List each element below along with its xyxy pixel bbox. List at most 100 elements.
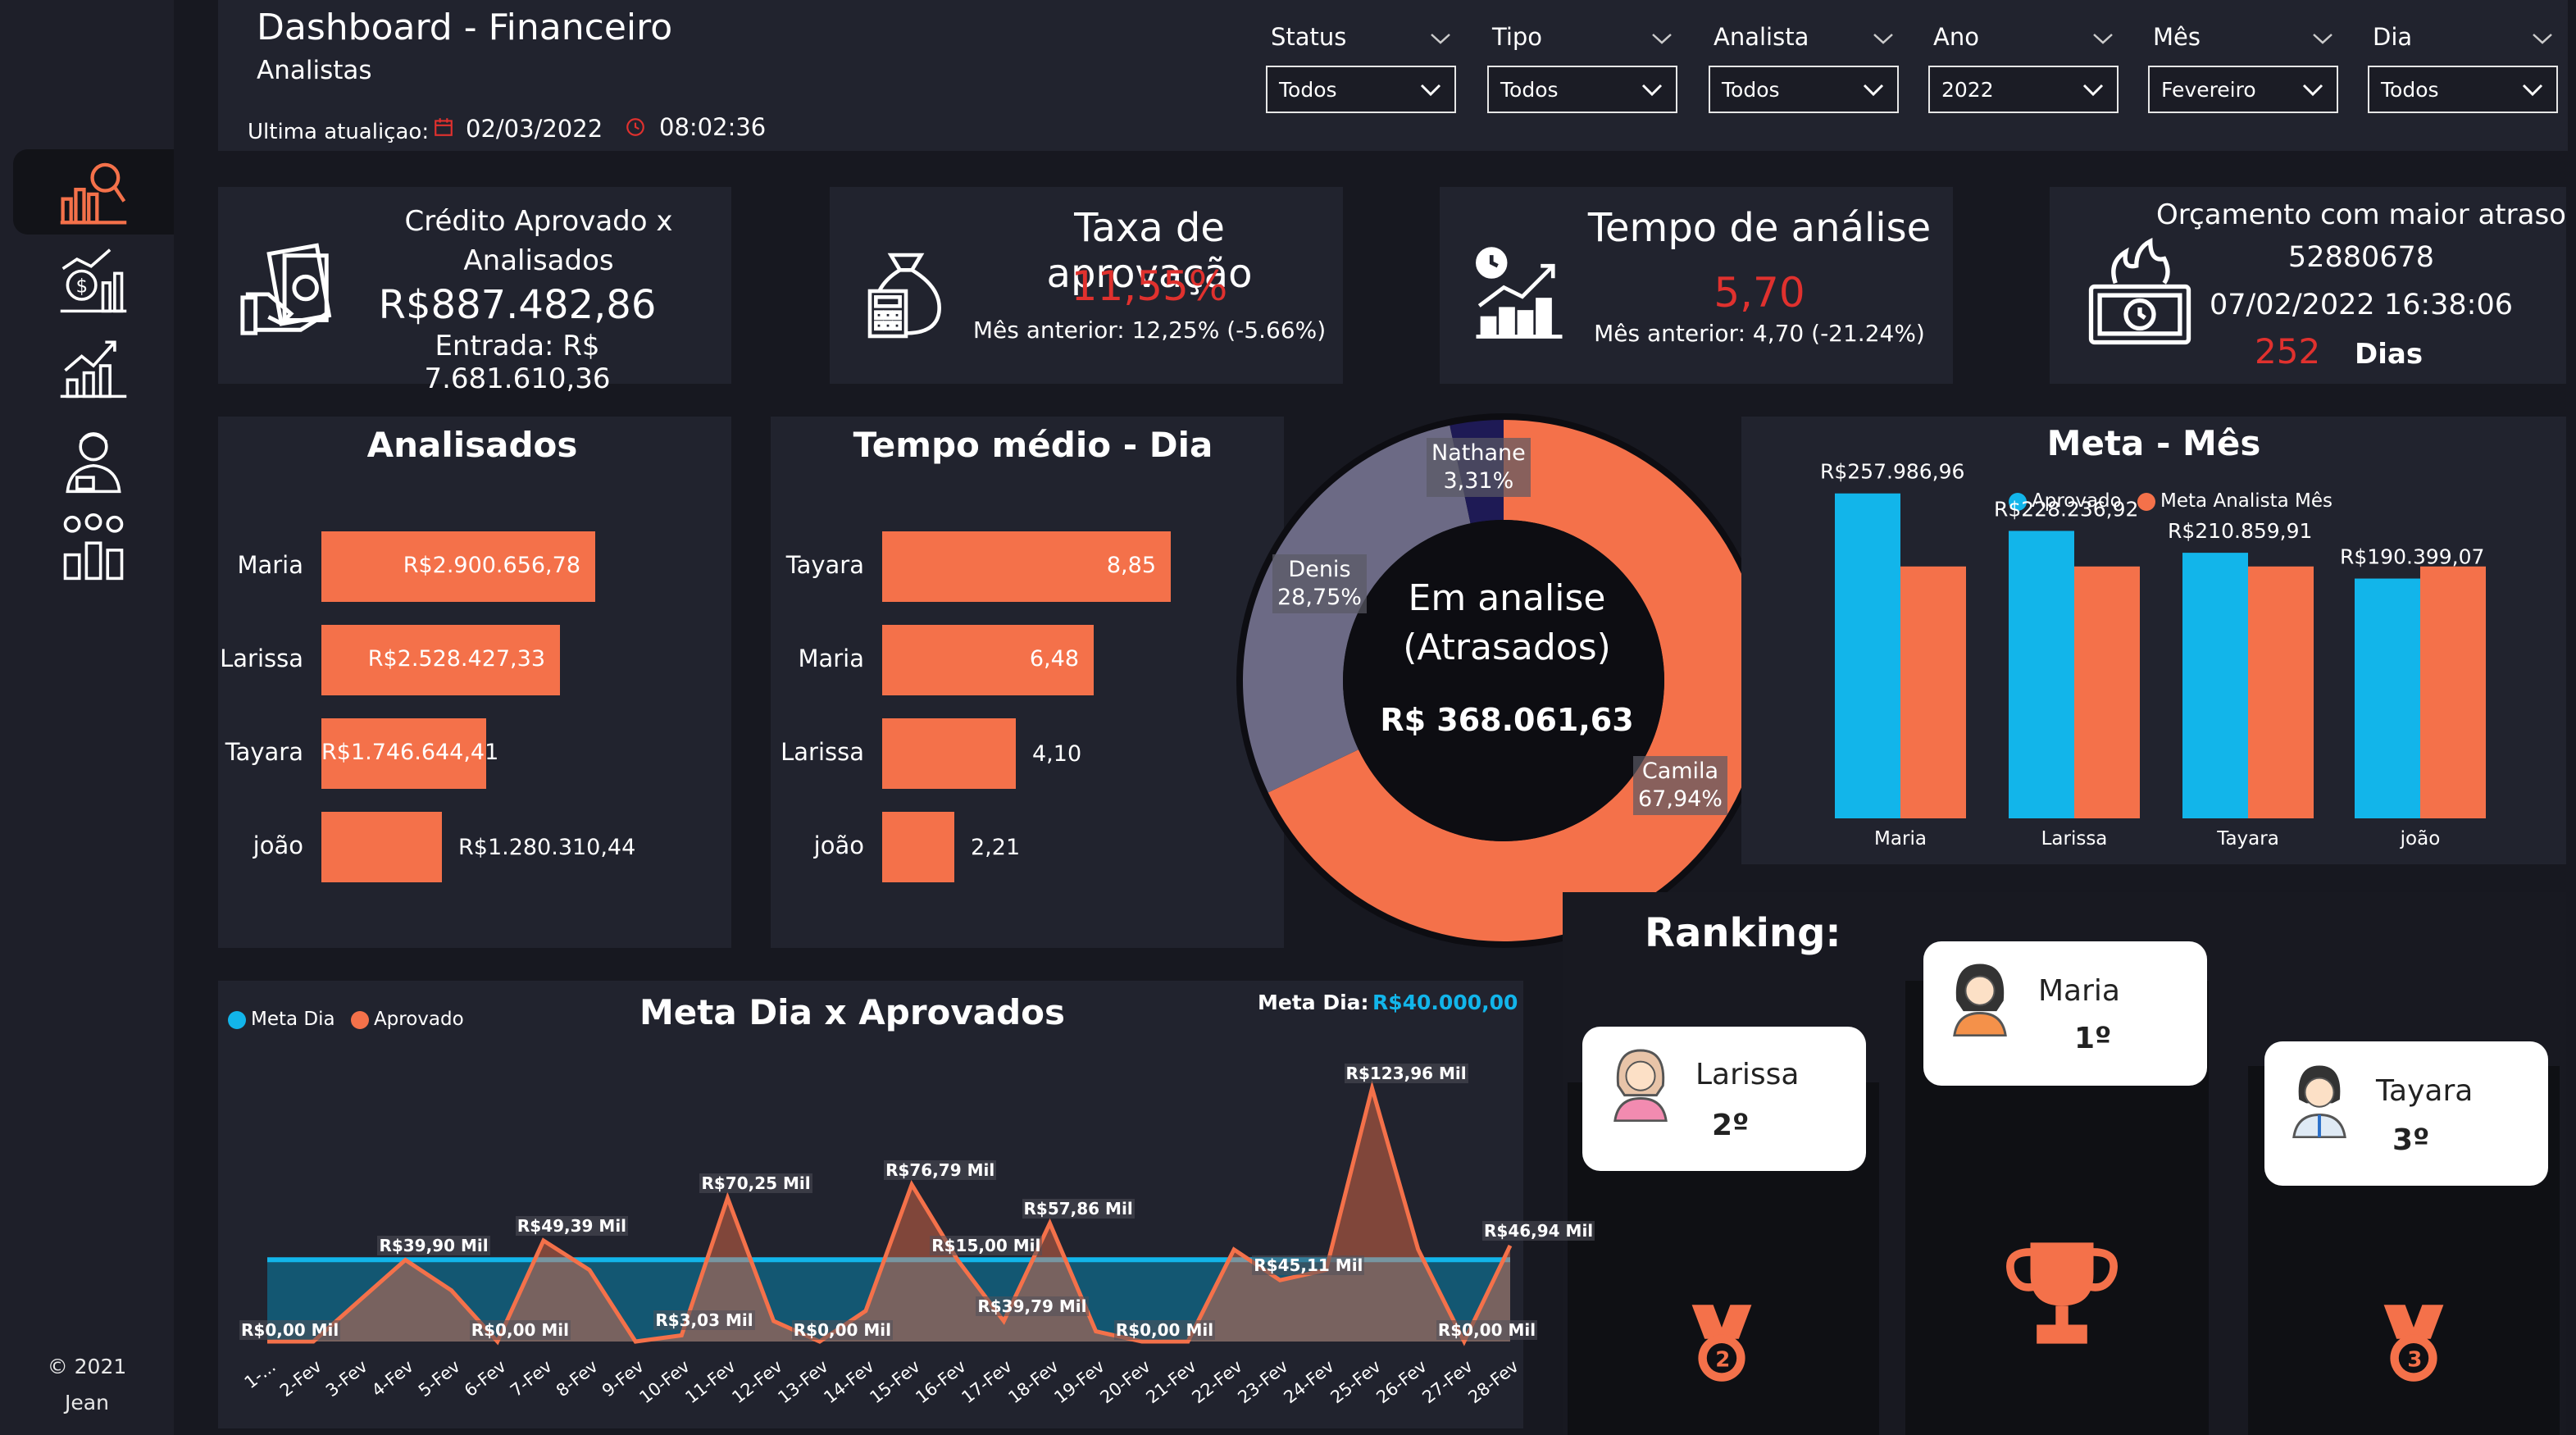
medal-third-icon: 3 xyxy=(2383,1305,2444,1382)
aprovado-point-label: R$57,86 Mil xyxy=(1022,1198,1135,1219)
kpi-tempo-previous: Mês anterior: 4,70 (-21.24%) xyxy=(1594,320,1925,347)
aprovado-area xyxy=(267,1088,1510,1342)
kpi-credito-card: Crédito Aprovado x Analisados R$887.482,… xyxy=(218,187,731,395)
page-subtitle: Analistas xyxy=(257,56,372,85)
filter-dropdown-1[interactable]: Todos xyxy=(1487,66,1677,113)
last-update-label: Ultima atualiçao: xyxy=(248,120,430,144)
filter-dropdown-2[interactable]: Todos xyxy=(1709,66,1899,113)
analisados-panel: Analisados Maria R$2.900.656,78 Larissa R$2… xyxy=(218,417,731,948)
meta-mes-value-label: R$257.986,96 xyxy=(1820,460,1964,484)
meta-mes-bar-aprovado xyxy=(2009,531,2074,818)
chevron-down-icon xyxy=(1863,84,1884,97)
rank-second-name: Larissa xyxy=(1695,1058,1800,1091)
filter-collapse-chevron-icon[interactable] xyxy=(2310,31,2335,46)
chevron-down-icon xyxy=(2302,84,2323,97)
bar-value-label: 4,10 xyxy=(1032,741,1082,767)
aprovado-point-label: R$0,00 Mil xyxy=(791,1320,894,1340)
chevron-down-icon xyxy=(2082,84,2104,97)
money-chart-icon: $ xyxy=(60,248,127,313)
meta-mes-bar-meta xyxy=(2420,566,2486,818)
bar xyxy=(882,718,1016,789)
kpi-tempo-title: Tempo de análise xyxy=(1587,205,1932,251)
nav-analyst[interactable] xyxy=(13,418,174,503)
last-update-date: 02/03/2022 xyxy=(466,115,603,143)
filter-dropdown-4[interactable]: Fevereiro xyxy=(2148,66,2338,113)
filter-collapse-chevron-icon[interactable] xyxy=(1428,31,1453,46)
nav-analytics[interactable] xyxy=(13,149,174,235)
sidebar: $ © 2021 Jean xyxy=(0,0,174,1435)
rank-second-pos: 2º xyxy=(1712,1109,1750,1142)
svg-text:3: 3 xyxy=(2407,1348,2422,1373)
aprovado-point-label: R$49,39 Mil xyxy=(515,1215,629,1236)
ranking-panel: Ranking: Larissa 2º Maria 1º Tayara 3º 2 xyxy=(1563,892,2566,1435)
filter-label-2: Analista xyxy=(1714,23,1809,51)
bar xyxy=(882,812,954,882)
clock-icon xyxy=(626,118,644,136)
copyright-text: © 2021 xyxy=(47,1355,127,1378)
aprovado-point-label: R$70,25 Mil xyxy=(699,1173,812,1193)
analytics-search-icon xyxy=(60,162,127,225)
calendar-icon xyxy=(435,118,453,136)
nav-team[interactable] xyxy=(13,505,174,590)
bar-category-label: joão xyxy=(253,831,303,859)
filter-collapse-chevron-icon[interactable] xyxy=(2091,31,2115,46)
svg-text:2: 2 xyxy=(1715,1348,1730,1373)
meta-mes-bar-meta xyxy=(2074,566,2140,818)
rank-first-name: Maria xyxy=(2038,974,2120,1008)
donut-label-name: Denis xyxy=(1288,557,1351,582)
bar-category-label: joão xyxy=(813,831,864,859)
meta-dia-panel: Meta Dia Aprovado Meta Dia x Aprovados M… xyxy=(218,981,1595,1428)
chevron-down-icon xyxy=(2522,84,2543,97)
aprovado-point-label: R$0,00 Mil xyxy=(1436,1320,1538,1340)
kpi-taxa-previous: Mês anterior: 12,25% (-5.66%) xyxy=(972,317,1327,344)
aprovado-point-label: R$3,03 Mil xyxy=(653,1310,755,1331)
filter-value: Todos xyxy=(1722,77,1780,102)
filter-value: Fevereiro xyxy=(2161,77,2256,102)
bar xyxy=(321,812,442,882)
kpi-tempo-value: 5,70 xyxy=(1714,269,1805,317)
meta-mes-bar-aprovado xyxy=(1835,493,1900,818)
meta-mes-value-label: R$228.236,92 xyxy=(1994,497,2138,521)
donut-center-line2: (Atrasados) xyxy=(1403,626,1611,668)
money-bag-calculator-icon xyxy=(867,253,941,339)
filter-dropdown-5[interactable]: Todos xyxy=(2368,66,2558,113)
nav-money-chart[interactable]: $ xyxy=(13,238,174,323)
bar-value-label: 8,85 xyxy=(1106,553,1156,578)
kpi-orcamento-days-label: Dias xyxy=(2355,338,2424,371)
meta-mes-chart: R$257.986,96 Maria R$228.236,92 Larissa R$21… xyxy=(1820,460,2486,850)
author-text: Jean xyxy=(65,1391,109,1414)
chevron-down-icon xyxy=(1420,84,1441,97)
meta-mes-category-label: joão xyxy=(2400,828,2441,850)
donut-label-nathane: Nathane 3,31% xyxy=(1427,438,1531,497)
filter-collapse-chevron-icon[interactable] xyxy=(1871,31,1896,46)
page-title: Dashboard - Financeiro xyxy=(257,7,673,48)
aprovado-point-label: R$0,00 Mil xyxy=(469,1320,571,1340)
kpi-orcamento-id: 52880678 xyxy=(2287,241,2435,274)
bar-value-label: 2,21 xyxy=(971,835,1021,860)
aprovado-point-label: R$39,79 Mil xyxy=(976,1296,1089,1317)
aprovado-point-label: R$0,00 Mil xyxy=(1113,1320,1216,1340)
analyst-user-icon xyxy=(66,432,121,494)
meta-mes-bar-aprovado xyxy=(2182,553,2248,818)
bar-category-label: Tayara xyxy=(785,551,864,579)
nav-growth-chart[interactable] xyxy=(13,323,174,408)
filter-collapse-chevron-icon[interactable] xyxy=(1650,31,1674,46)
kpi-credito-title-1: Crédito Aprovado x xyxy=(404,205,673,238)
kpi-orcamento-card: Orçamento com maior atraso 52880678 07/0… xyxy=(2050,187,2566,384)
chevron-down-icon xyxy=(1641,84,1663,97)
donut-label-camila: Camila 67,94% xyxy=(1633,756,1727,815)
filter-dropdown-3[interactable]: 2022 xyxy=(1928,66,2119,113)
bar-category-label: Maria xyxy=(798,645,864,672)
rank-card-second: Larissa 2º xyxy=(1582,1027,1866,1171)
analisados-title: Analisados xyxy=(366,425,578,465)
donut-label-denis: Denis 28,75% xyxy=(1272,554,1367,613)
donut-label-percent: 28,75% xyxy=(1277,585,1362,610)
filter-collapse-chevron-icon[interactable] xyxy=(2530,31,2555,46)
team-chart-icon xyxy=(63,512,124,581)
filter-label-4: Mês xyxy=(2153,23,2201,51)
donut-center-value: R$ 368.061,63 xyxy=(1380,702,1634,738)
rank-card-first: Maria 1º xyxy=(1923,941,2207,1086)
filter-dropdown-0[interactable]: Todos xyxy=(1266,66,1456,113)
donut-center xyxy=(1343,520,1664,841)
ranking-title: Ranking: xyxy=(1645,910,1841,956)
